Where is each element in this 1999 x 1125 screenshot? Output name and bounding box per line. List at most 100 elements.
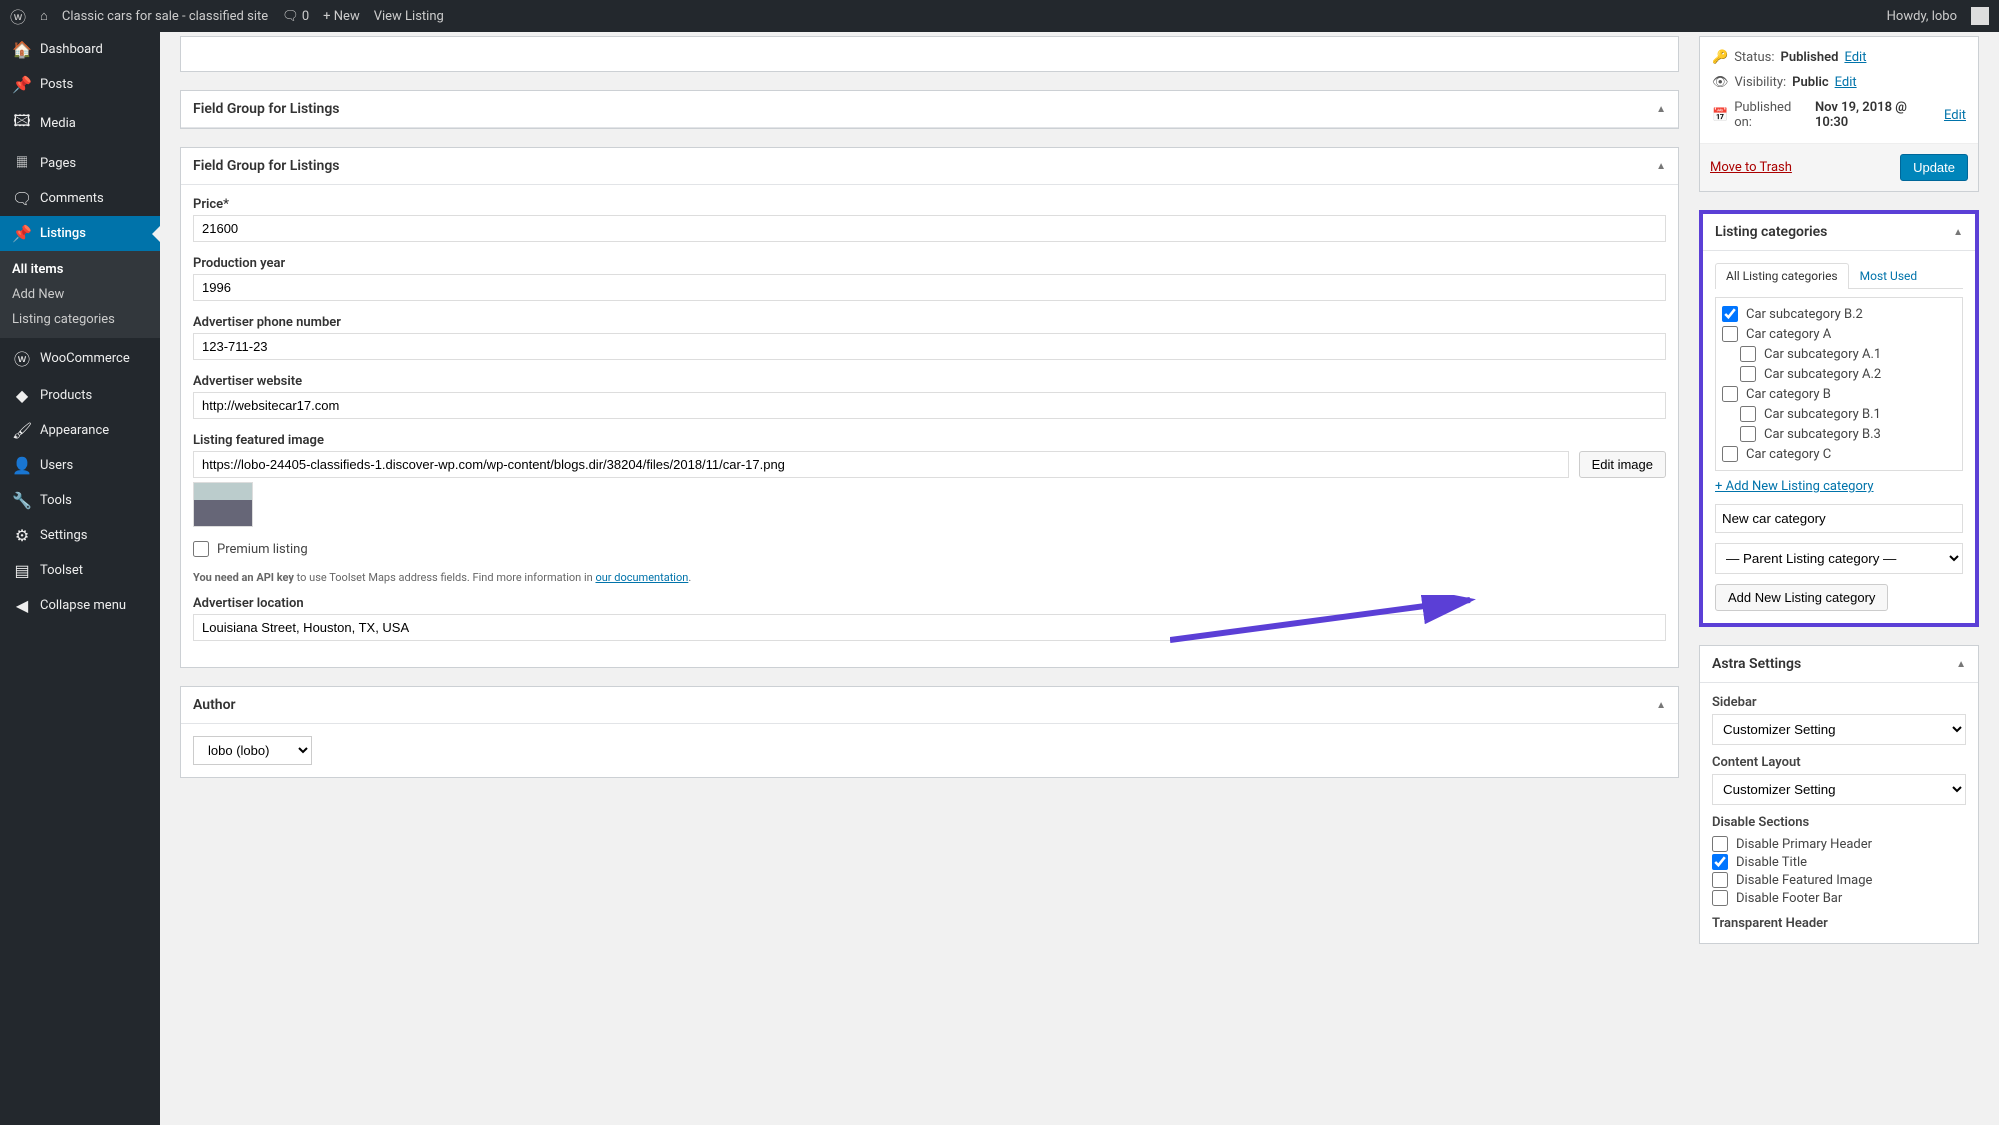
author-select[interactable]: lobo (lobo) — [193, 736, 312, 765]
eye-icon: 👁 — [1712, 75, 1729, 90]
sidebar-item-woocommerce[interactable]: ⓦWooCommerce — [0, 338, 160, 378]
media-icon: 🖾 — [12, 110, 32, 137]
site-title-link[interactable]: Classic cars for sale - classified site — [62, 9, 268, 24]
sidebar-item-dashboard[interactable]: 🏠Dashboard — [0, 32, 160, 67]
panel-toggle[interactable]: Astra Settings ▲ — [1700, 646, 1978, 683]
edit-visibility-link[interactable]: Edit — [1835, 75, 1857, 90]
image-thumbnail[interactable] — [193, 482, 253, 527]
sidebar-sub-categories[interactable]: Listing categories — [0, 307, 160, 332]
category-item: Car category B — [1722, 384, 1956, 404]
sidebar-item-comments[interactable]: 🗨Comments — [0, 181, 160, 216]
category-checkbox[interactable] — [1722, 326, 1738, 342]
listings-icon: 📌 — [12, 224, 32, 243]
image-label: Listing featured image — [193, 433, 1666, 448]
tab-most-used[interactable]: Most Used — [1849, 263, 1929, 288]
location-input[interactable] — [193, 614, 1666, 641]
year-label: Production year — [193, 256, 1666, 271]
sidebar-item-media[interactable]: 🖾Media — [0, 102, 160, 145]
sidebar-item-users[interactable]: 👤Users — [0, 448, 160, 483]
category-checkbox[interactable] — [1722, 386, 1738, 402]
howdy-link[interactable]: Howdy, lobo — [1887, 9, 1957, 24]
category-checkbox[interactable] — [1740, 406, 1756, 422]
dashboard-icon: 🏠 — [12, 40, 32, 59]
disable-title-checkbox[interactable] — [1712, 854, 1728, 870]
content-layout-select[interactable]: Customizer Setting — [1712, 774, 1966, 805]
sidebar-sub-listings: All items Add New Listing categories — [0, 251, 160, 338]
view-listing-link[interactable]: View Listing — [374, 9, 444, 24]
sidebar-item-appearance[interactable]: 🖌Appearance — [0, 413, 160, 448]
edit-date-link[interactable]: Edit — [1944, 108, 1966, 123]
panel-toggle[interactable]: Author ▲ — [181, 687, 1678, 724]
sidebar-select[interactable]: Customizer Setting — [1712, 714, 1966, 745]
sidebar-sub-add-new[interactable]: Add New — [0, 282, 160, 307]
sidebar-item-settings[interactable]: ⚙Settings — [0, 518, 160, 553]
avatar[interactable] — [1971, 7, 1989, 25]
add-new-category-link[interactable]: + Add New Listing category — [1715, 479, 1874, 494]
sidebar-item-collapse[interactable]: ◀Collapse menu — [0, 588, 160, 623]
comments-link[interactable]: 🗨 0 — [282, 9, 309, 24]
update-button[interactable]: Update — [1900, 154, 1968, 181]
price-input[interactable] — [193, 215, 1666, 242]
panel-title: Listing categories — [1715, 224, 1827, 240]
phone-label: Advertiser phone number — [193, 315, 1666, 330]
website-label: Advertiser website — [193, 374, 1666, 389]
chevron-up-icon: ▲ — [1656, 161, 1666, 172]
edit-status-link[interactable]: Edit — [1844, 50, 1866, 65]
category-label: Car subcategory B.2 — [1746, 307, 1863, 322]
sidebar-item-posts[interactable]: 📌Posts — [0, 67, 160, 102]
move-to-trash-link[interactable]: Move to Trash — [1710, 160, 1792, 175]
category-label: Car subcategory B.3 — [1764, 427, 1881, 442]
home-icon[interactable]: ⌂ — [40, 8, 48, 24]
calendar-icon: 📅 — [1712, 108, 1728, 123]
sidebar-item-products[interactable]: ◆Products — [0, 378, 160, 413]
premium-checkbox[interactable] — [193, 541, 209, 557]
sidebar-sub-all-items[interactable]: All items — [0, 257, 160, 282]
panel-toggle[interactable]: Field Group for Listings ▲ — [181, 148, 1678, 185]
image-url-input[interactable] — [193, 451, 1569, 478]
category-checkbox[interactable] — [1740, 366, 1756, 382]
category-item: Car category C — [1722, 444, 1956, 464]
wordpress-icon[interactable]: ⓦ — [10, 4, 26, 28]
new-link[interactable]: + New — [323, 9, 360, 24]
key-icon: 🔑 — [1712, 50, 1728, 65]
add-new-category-button[interactable]: Add New Listing category — [1715, 584, 1888, 611]
category-checkbox[interactable] — [1722, 446, 1738, 462]
postbox-field-group-1: Field Group for Listings ▲ — [180, 90, 1679, 129]
category-label: Car subcategory B.1 — [1764, 407, 1881, 422]
tab-all-categories[interactable]: All Listing categories — [1715, 263, 1849, 289]
sidebar-item-pages[interactable]: 𝄜Pages — [0, 145, 160, 181]
category-checkbox[interactable] — [1722, 306, 1738, 322]
panel-toggle[interactable]: Field Group for Listings ▲ — [181, 91, 1678, 128]
toolset-icon: ▤ — [12, 561, 32, 580]
edit-image-button[interactable]: Edit image — [1579, 451, 1666, 478]
category-checkbox[interactable] — [1740, 426, 1756, 442]
panel-toggle[interactable]: Listing categories ▲ — [1703, 214, 1975, 251]
api-key-hint: You need an API key to use Toolset Maps … — [193, 571, 1666, 584]
website-input[interactable] — [193, 392, 1666, 419]
category-checkbox[interactable] — [1740, 346, 1756, 362]
chevron-up-icon: ▲ — [1956, 659, 1966, 670]
category-label: Car category B — [1746, 387, 1831, 402]
year-input[interactable] — [193, 274, 1666, 301]
category-checklist[interactable]: Car subcategory B.2 Car category A Car sub… — [1715, 297, 1963, 471]
disable-sections-label: Disable Sections — [1712, 815, 1966, 830]
sidebar-label: Sidebar — [1712, 695, 1966, 710]
panel-title: Field Group for Listings — [193, 158, 340, 174]
category-item: Car category A — [1722, 324, 1956, 344]
chevron-up-icon: ▲ — [1656, 700, 1666, 711]
documentation-link[interactable]: our documentation — [595, 571, 688, 584]
users-icon: 👤 — [12, 456, 32, 475]
products-icon: ◆ — [12, 386, 32, 405]
postbox-astra: Astra Settings ▲ Sidebar Customizer Sett… — [1699, 645, 1979, 944]
disable-footer-bar-checkbox[interactable] — [1712, 890, 1728, 906]
new-category-input[interactable] — [1715, 504, 1963, 533]
price-label: Price* — [193, 197, 1666, 212]
disable-featured-image-checkbox[interactable] — [1712, 872, 1728, 888]
parent-category-select[interactable]: — Parent Listing category — — [1715, 543, 1963, 574]
disable-primary-header-checkbox[interactable] — [1712, 836, 1728, 852]
postbox-field-group-2: Field Group for Listings ▲ Price* Produc… — [180, 147, 1679, 668]
sidebar-item-tools[interactable]: 🔧Tools — [0, 483, 160, 518]
sidebar-item-toolset[interactable]: ▤Toolset — [0, 553, 160, 588]
phone-input[interactable] — [193, 333, 1666, 360]
sidebar-item-listings[interactable]: 📌Listings — [0, 216, 160, 251]
